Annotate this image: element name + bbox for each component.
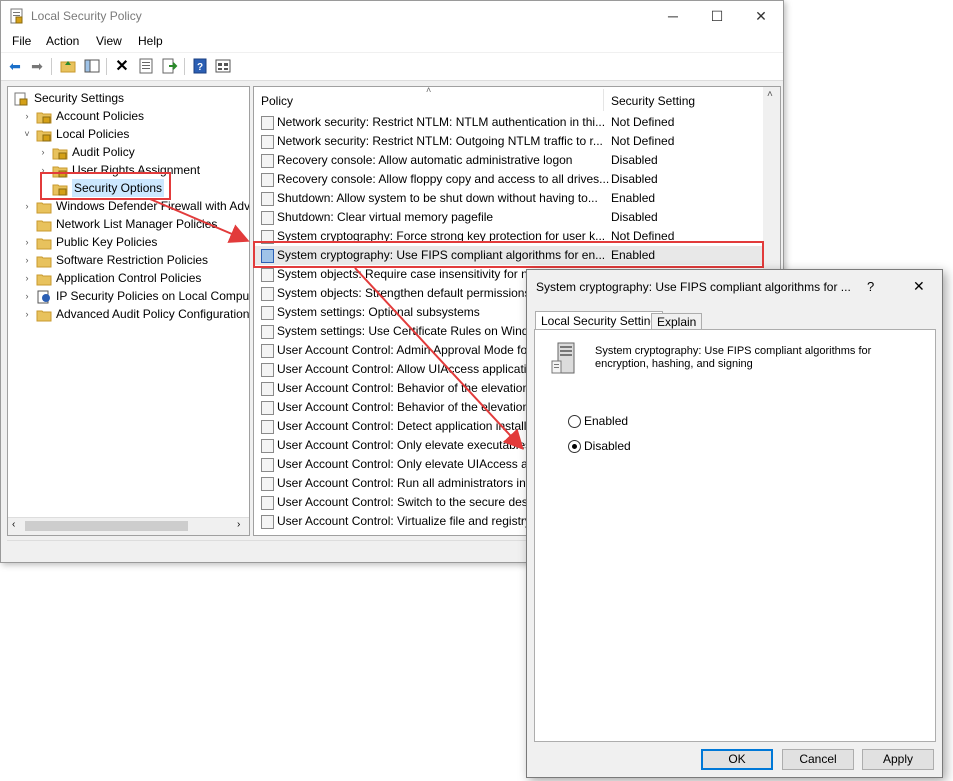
arrow-to-policy (149, 198, 250, 243)
arrow-to-dialog (354, 267, 524, 450)
annotation-arrows (149, 198, 524, 450)
